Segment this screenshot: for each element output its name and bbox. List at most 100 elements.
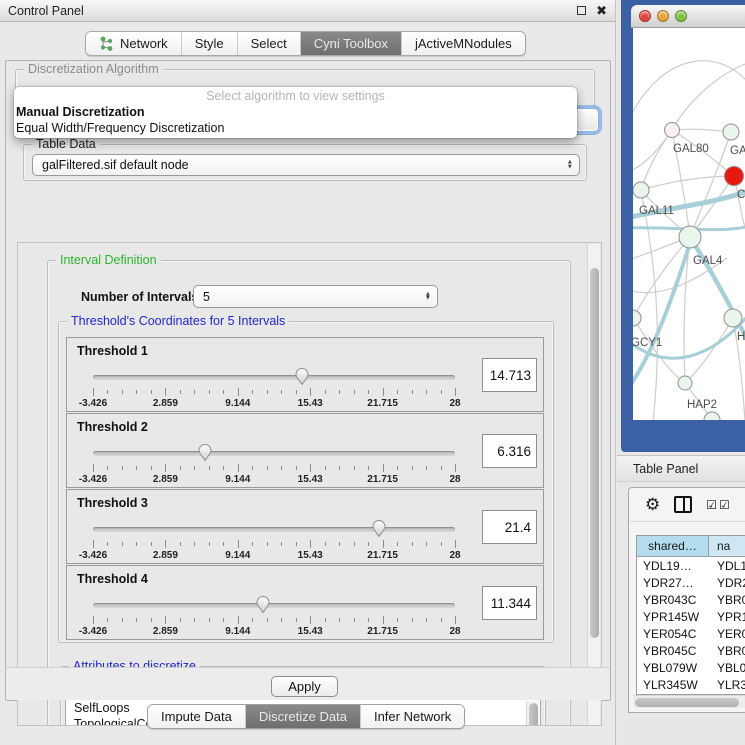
close-traffic-light[interactable] [639, 10, 651, 22]
network-node[interactable] [633, 182, 649, 198]
scrollbar-thumb[interactable] [590, 268, 599, 638]
scrollbar-thumb[interactable] [529, 703, 538, 726]
close-icon[interactable]: ✖ [596, 4, 607, 17]
zoom-traffic-light[interactable] [675, 10, 687, 22]
network-node[interactable] [724, 309, 742, 327]
scale-tick-label: 9.144 [225, 550, 250, 561]
threshold-4-panel: Threshold 4-3.4262.8599.14415.4321.71528… [66, 565, 544, 640]
table-horizontal-scrollbar[interactable] [633, 695, 745, 708]
tab-impute-data[interactable]: Impute Data [148, 705, 246, 728]
slider-thumb-icon[interactable] [371, 519, 387, 538]
network-node[interactable] [678, 376, 692, 390]
scrollbar-thumb[interactable] [635, 698, 739, 707]
network-node[interactable] [665, 123, 680, 138]
tab-jactivemnodules[interactable]: jActiveMNodules [402, 32, 525, 55]
tab-network[interactable]: Network [86, 32, 182, 55]
checkbox-icon[interactable]: ☑ [706, 498, 717, 512]
settings-scrollbar[interactable] [587, 244, 600, 726]
tab-style-label: Style [195, 36, 224, 51]
cell-name[interactable]: YER05 [709, 625, 745, 642]
threshold-value-field[interactable]: 11.344 [482, 586, 537, 620]
cell-shared-name[interactable]: YDL19… [637, 557, 709, 574]
table-row[interactable]: YER054CYER05 [637, 625, 745, 642]
threshold-slider[interactable]: -3.4262.8599.14415.4321.71528 [93, 442, 455, 486]
slider-thumb-icon[interactable] [255, 595, 271, 614]
cell-shared-name[interactable]: YDR27… [637, 574, 709, 591]
column-header-shared[interactable]: shared… [637, 536, 709, 556]
apply-button[interactable]: Apply [271, 676, 338, 697]
table-data-combobox[interactable]: galFiltered.sif default node ▲▼ [32, 154, 580, 176]
network-node[interactable] [723, 124, 739, 140]
cell-shared-name[interactable]: YBR043C [637, 591, 709, 608]
network-node[interactable] [704, 412, 720, 420]
cell-name[interactable]: YBR04 [709, 642, 745, 659]
scale-tick-label: 9.144 [225, 626, 250, 637]
threshold-slider[interactable]: -3.4262.8599.14415.4321.71528 [93, 366, 455, 410]
network-edge[interactable] [685, 318, 733, 383]
slider-track[interactable] [93, 603, 455, 608]
minimize-traffic-light[interactable] [657, 10, 669, 22]
scale-tick-label: -3.426 [79, 550, 107, 561]
tab-cyni-toolbox[interactable]: Cyni Toolbox [301, 32, 402, 55]
table-row[interactable]: YBL079WYBL07 [637, 659, 745, 676]
slider-track[interactable] [93, 451, 455, 456]
tab-select[interactable]: Select [238, 32, 301, 55]
network-edge[interactable] [633, 240, 691, 390]
slider-thumb-icon[interactable] [294, 367, 310, 386]
slider-track[interactable] [93, 527, 455, 532]
table-row[interactable]: YLR345WYLR34 [637, 676, 745, 693]
network-edge[interactable] [672, 62, 745, 130]
network-canvas[interactable]: GAL80GACGAL11GAL4GCY1HHAP2 [633, 28, 745, 420]
float-window-icon[interactable] [577, 6, 586, 15]
network-edge[interactable] [633, 130, 672, 172]
gear-icon[interactable]: ⚙ [645, 495, 660, 515]
threshold-2-panel: Threshold 2-3.4262.8599.14415.4321.71528… [66, 413, 544, 488]
cell-name[interactable]: YBL07 [709, 659, 745, 676]
threshold-value-field[interactable]: 14.713 [482, 358, 537, 392]
network-edge[interactable] [641, 130, 672, 190]
network-edge[interactable] [672, 129, 731, 132]
threshold-value-field[interactable]: 21.4 [482, 510, 537, 544]
network-edge[interactable] [633, 61, 745, 123]
tab-style[interactable]: Style [182, 32, 238, 55]
algorithm-dropdown-popup: Select algorithm to view settings Manual… [14, 87, 577, 138]
threshold-label: Threshold 1 [77, 344, 148, 358]
split-view-icon[interactable] [674, 496, 692, 513]
network-node[interactable] [679, 226, 701, 248]
option-manual-discretization[interactable]: Manual Discretization [14, 104, 577, 120]
attributes-scrollbar[interactable] [526, 701, 539, 726]
cell-name[interactable]: YPR14 [709, 608, 745, 625]
cell-name[interactable]: YLR34 [709, 676, 745, 693]
slider-thumb-icon[interactable] [197, 443, 213, 462]
option-equal-width-frequency[interactable]: Equal Width/Frequency Discretization [14, 120, 577, 136]
table-row[interactable]: YDR27…YDR27 [637, 574, 745, 591]
number-of-intervals-combobox[interactable]: 5 ▲▼ [193, 285, 438, 308]
network-edge[interactable] [641, 190, 657, 420]
cell-name[interactable]: YDL19 [709, 557, 745, 574]
cell-shared-name[interactable]: YER054C [637, 625, 709, 642]
table-row[interactable]: YPR145WYPR14 [637, 608, 745, 625]
cell-shared-name[interactable]: YPR145W [637, 608, 709, 625]
threshold-value-field[interactable]: 6.316 [482, 434, 537, 468]
network-node[interactable] [633, 310, 641, 326]
slider-track[interactable] [93, 375, 455, 380]
threshold-slider[interactable]: -3.4262.8599.14415.4321.71528 [93, 594, 455, 638]
network-node[interactable] [725, 167, 744, 186]
network-edge[interactable] [641, 176, 734, 190]
cell-name[interactable]: YDR27 [709, 574, 745, 591]
table-row[interactable]: YBR045CYBR04 [637, 642, 745, 659]
threshold-slider[interactable]: -3.4262.8599.14415.4321.71528 [93, 518, 455, 562]
table-row[interactable]: YDL19…YDL19 [637, 557, 745, 574]
cell-shared-name[interactable]: YBR045C [637, 642, 709, 659]
scale-tick-label: 21.715 [367, 626, 398, 637]
table-row[interactable]: YBR043CYBR04 [637, 591, 745, 608]
cell-shared-name[interactable]: YLR345W [637, 676, 709, 693]
tab-infer-network[interactable]: Infer Network [361, 705, 464, 728]
tab-discretize-data[interactable]: Discretize Data [246, 705, 361, 728]
checkbox-icon[interactable]: ☑ [719, 498, 730, 512]
cell-shared-name[interactable]: YBL079W [637, 659, 709, 676]
column-header-name[interactable]: na [709, 536, 745, 556]
network-edge[interactable] [633, 237, 690, 318]
cell-name[interactable]: YBR04 [709, 591, 745, 608]
algorithm-placeholder-option[interactable]: Select algorithm to view settings [14, 87, 577, 104]
